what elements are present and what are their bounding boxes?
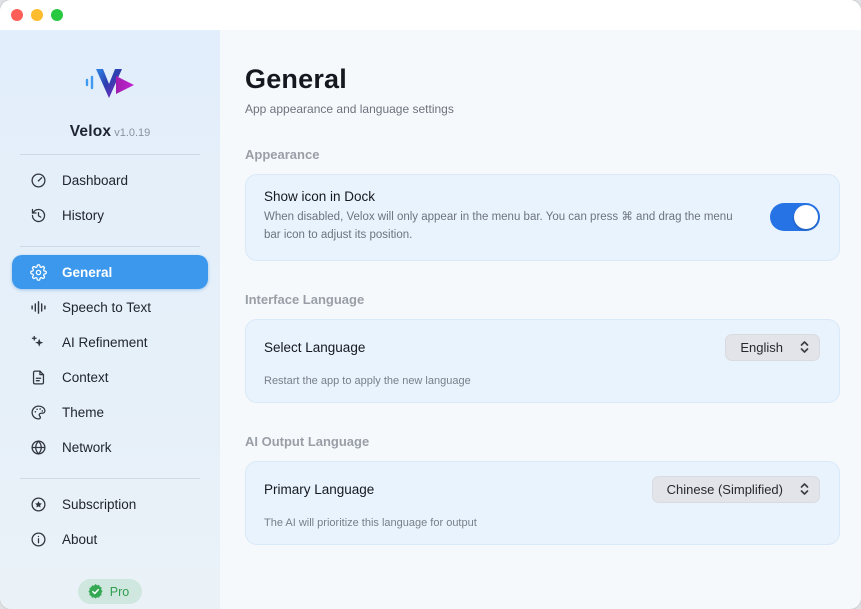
interface-language-select[interactable]: English (725, 334, 820, 361)
app-logo-block: Veloxv1.0.19 (0, 60, 220, 141)
section-heading-ai-output-language: AI Output Language (245, 434, 840, 449)
sidebar-item-label: Speech to Text (62, 300, 151, 315)
sidebar-nav-group-bottom: Subscription About (0, 487, 220, 557)
sidebar-item-label: General (62, 265, 112, 280)
traffic-lights (11, 9, 63, 21)
app-window: Veloxv1.0.19 Dashboard (0, 0, 861, 609)
sidebar-item-label: Theme (62, 405, 104, 420)
sparkles-icon (29, 333, 47, 351)
sidebar-item-label: Network (62, 440, 112, 455)
sidebar-item-subscription[interactable]: Subscription (12, 487, 208, 521)
sidebar-divider (20, 478, 200, 479)
app-name-row: Veloxv1.0.19 (0, 123, 220, 141)
sidebar-item-label: About (62, 532, 97, 547)
sidebar-item-history[interactable]: History (12, 198, 208, 232)
main-panel: General App appearance and language sett… (220, 30, 861, 609)
sidebar-item-label: Subscription (62, 497, 136, 512)
setting-title-select-language: Select Language (264, 340, 365, 355)
sidebar-item-general[interactable]: General (12, 255, 208, 289)
setting-title-primary-language: Primary Language (264, 482, 374, 497)
primary-language-select[interactable]: Chinese (Simplified) (652, 476, 820, 503)
close-window-button[interactable] (11, 9, 23, 21)
sidebar-divider (20, 246, 200, 247)
sidebar-nav-group-settings: General Speech to Text (0, 255, 220, 465)
globe-icon (29, 438, 47, 456)
titlebar (0, 0, 861, 30)
waveform-icon (29, 298, 47, 316)
chevron-up-down-icon (799, 482, 810, 496)
appearance-card: Show icon in Dock When disabled, Velox w… (245, 174, 840, 261)
pro-badge-label: Pro (110, 585, 129, 599)
setting-description: When disabled, Velox will only appear in… (264, 209, 752, 245)
velox-logo-icon (82, 60, 138, 106)
interface-language-card: Select Language English Restart the app … (245, 319, 840, 403)
sidebar: Veloxv1.0.19 Dashboard (0, 30, 220, 609)
gauge-icon (29, 171, 47, 189)
section-heading-appearance: Appearance (245, 147, 840, 162)
zoom-window-button[interactable] (51, 9, 63, 21)
minimize-window-button[interactable] (31, 9, 43, 21)
setting-text-block: Show icon in Dock When disabled, Velox w… (264, 189, 752, 245)
setting-title-dock-icon: Show icon in Dock (264, 189, 752, 204)
sidebar-item-speech-to-text[interactable]: Speech to Text (12, 290, 208, 324)
history-icon (29, 206, 47, 224)
sidebar-item-label: History (62, 208, 104, 223)
sidebar-item-dashboard[interactable]: Dashboard (12, 163, 208, 197)
app-version: v1.0.19 (114, 127, 150, 139)
dock-icon-toggle[interactable] (770, 203, 820, 231)
palette-icon (29, 403, 47, 421)
sidebar-item-label: Context (62, 370, 109, 385)
sidebar-nav-group-top: Dashboard History (0, 163, 220, 233)
info-icon (29, 530, 47, 548)
document-icon (29, 368, 47, 386)
pro-badge-wrap: Pro (0, 579, 220, 604)
setting-helper-text: The AI will prioritize this language for… (264, 517, 820, 529)
setting-helper-text: Restart the app to apply the new languag… (264, 375, 820, 387)
chevron-up-down-icon (799, 340, 810, 354)
sidebar-item-label: Dashboard (62, 173, 128, 188)
app-name: Velox (70, 123, 112, 140)
sidebar-divider (20, 154, 200, 155)
section-heading-interface-language: Interface Language (245, 292, 840, 307)
sidebar-item-ai-refinement[interactable]: AI Refinement (12, 325, 208, 359)
page-title: General (245, 64, 840, 95)
star-circle-icon (29, 495, 47, 513)
sidebar-item-network[interactable]: Network (12, 430, 208, 464)
pro-badge: Pro (78, 579, 142, 604)
toggle-knob (794, 205, 818, 229)
gear-icon (29, 263, 47, 281)
pro-seal-check-icon (88, 584, 103, 599)
ai-output-language-card: Primary Language Chinese (Simplified) Th… (245, 461, 840, 545)
sidebar-item-label: AI Refinement (62, 335, 148, 350)
select-value: English (740, 340, 783, 355)
sidebar-item-context[interactable]: Context (12, 360, 208, 394)
select-value: Chinese (Simplified) (667, 482, 783, 497)
sidebar-item-about[interactable]: About (12, 522, 208, 556)
page-subtitle: App appearance and language settings (245, 102, 840, 116)
sidebar-item-theme[interactable]: Theme (12, 395, 208, 429)
